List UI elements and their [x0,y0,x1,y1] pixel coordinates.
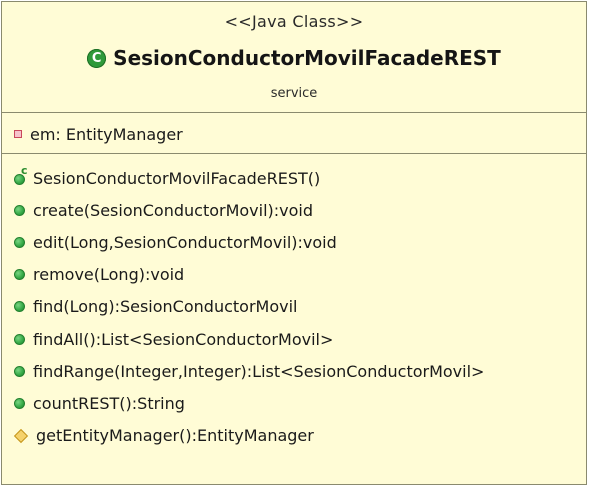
method-text: remove(Long):void [33,265,185,285]
attribute-text: em: EntityManager [30,124,183,144]
protected-method-icon [13,428,29,443]
uml-class-box[interactable]: <<Java Class>> C SesionConductorMovilFac… [1,1,587,485]
class-package: service [270,86,318,101]
constructor-icon: c [14,165,28,186]
private-field-icon [14,130,22,138]
public-method-icon [14,301,25,313]
method-text: find(Long):SesionConductorMovil [33,297,298,317]
method-row-constructor[interactable]: c SesionConductorMovilFacadeREST() [2,162,586,194]
method-text: create(SesionConductorMovil):void [33,200,314,220]
method-text: findAll():List<SesionConductorMovil> [33,329,334,349]
method-row[interactable]: countREST():String [2,387,586,419]
method-text: SesionConductorMovilFacadeREST() [33,168,321,188]
method-row[interactable]: remove(Long):void [2,259,586,291]
java-class-icon: C [87,48,107,68]
method-row[interactable]: getEntityManager():EntityManager [2,420,586,452]
class-name: SesionConductorMovilFacadeREST [113,46,501,70]
class-name-row: C SesionConductorMovilFacadeREST [2,46,586,70]
public-method-icon [14,269,25,281]
attribute-row[interactable]: em: EntityManager [2,122,586,146]
method-text: findRange(Integer,Integer):List<SesionCo… [33,361,485,381]
public-method-icon [14,333,25,345]
method-row[interactable]: findRange(Integer,Integer):List<SesionCo… [2,355,586,387]
class-stereotype: <<Java Class>> [224,12,364,31]
method-text: countREST():String [33,393,185,413]
constructor-mark: c [21,164,28,178]
method-text: edit(Long,SesionConductorMovil):void [33,232,337,252]
public-method-icon [14,397,25,409]
method-text: getEntityManager():EntityManager [36,426,314,446]
method-row[interactable]: create(SesionConductorMovil):void [2,194,586,226]
public-method-icon [14,365,25,377]
method-row[interactable]: findAll():List<SesionConductorMovil> [2,323,586,355]
public-method-icon [14,204,25,216]
public-method-icon [14,236,25,248]
class-header: <<Java Class>> C SesionConductorMovilFac… [2,2,586,113]
method-row[interactable]: find(Long):SesionConductorMovil [2,291,586,323]
attributes-compartment: em: EntityManager [2,113,586,154]
method-row[interactable]: edit(Long,SesionConductorMovil):void [2,226,586,258]
methods-compartment: c SesionConductorMovilFacadeREST() creat… [2,154,586,452]
